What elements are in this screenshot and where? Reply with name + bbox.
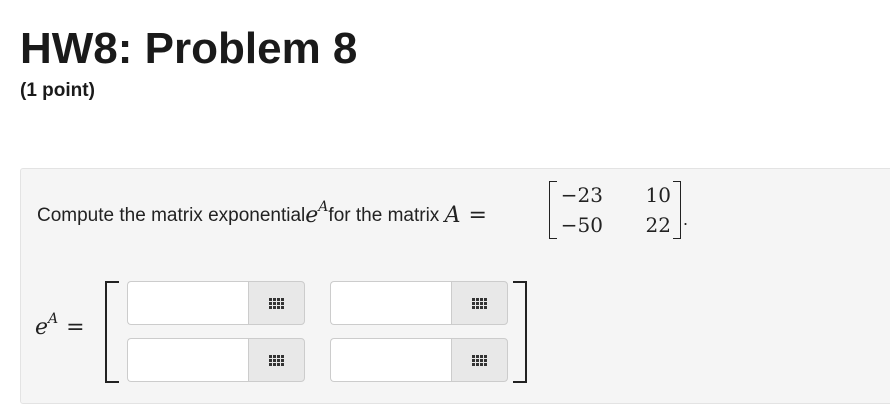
page-title: HW8: Problem 8 — [20, 24, 358, 73]
matrix-cell: −23 — [560, 183, 603, 207]
prompt-mid: for the matrix — [328, 204, 440, 226]
matrix-name: A — [444, 203, 461, 228]
right-bracket — [673, 181, 681, 239]
matrix-cell: −50 — [560, 213, 603, 237]
prompt-var: e — [305, 203, 319, 228]
answer-input[interactable] — [127, 281, 248, 325]
answer-cell-1-2 — [330, 281, 508, 325]
matrix-grid-icon — [269, 297, 284, 309]
answer-cell-2-1 — [127, 338, 305, 382]
matrix-cell: 10 — [645, 183, 671, 207]
lhs-sup: A — [48, 310, 59, 327]
answer-input[interactable] — [330, 281, 451, 325]
lhs-equals: = — [66, 315, 85, 340]
answer-left-bracket — [105, 281, 119, 383]
problem-statement: Compute the matrix exponential eA for th… — [37, 199, 495, 229]
points-label: (1 point) — [20, 80, 95, 101]
matrix-grid-icon — [472, 354, 487, 366]
problem-panel: Compute the matrix exponential eA for th… — [20, 168, 890, 404]
matrix-palette-button[interactable] — [248, 281, 305, 325]
answer-lhs: eA = — [35, 311, 93, 341]
period: . — [683, 209, 689, 229]
matrix-grid-icon — [269, 354, 284, 366]
given-matrix: −23 10 −50 22 . — [549, 179, 689, 243]
prompt-sup: A — [318, 198, 329, 215]
matrix-palette-button[interactable] — [248, 338, 305, 382]
equals-sign: = — [468, 203, 487, 228]
left-bracket — [549, 181, 557, 239]
answer-cell-2-2 — [330, 338, 508, 382]
answer-cell-1-1 — [127, 281, 305, 325]
matrix-palette-button[interactable] — [451, 281, 508, 325]
answer-input[interactable] — [330, 338, 451, 382]
prompt-text: Compute the matrix exponential — [37, 204, 306, 226]
answer-input[interactable] — [127, 338, 248, 382]
matrix-grid-icon — [472, 297, 487, 309]
lhs-base: e — [35, 315, 49, 340]
answer-right-bracket — [513, 281, 527, 383]
matrix-palette-button[interactable] — [451, 338, 508, 382]
matrix-cell: 22 — [645, 213, 671, 237]
